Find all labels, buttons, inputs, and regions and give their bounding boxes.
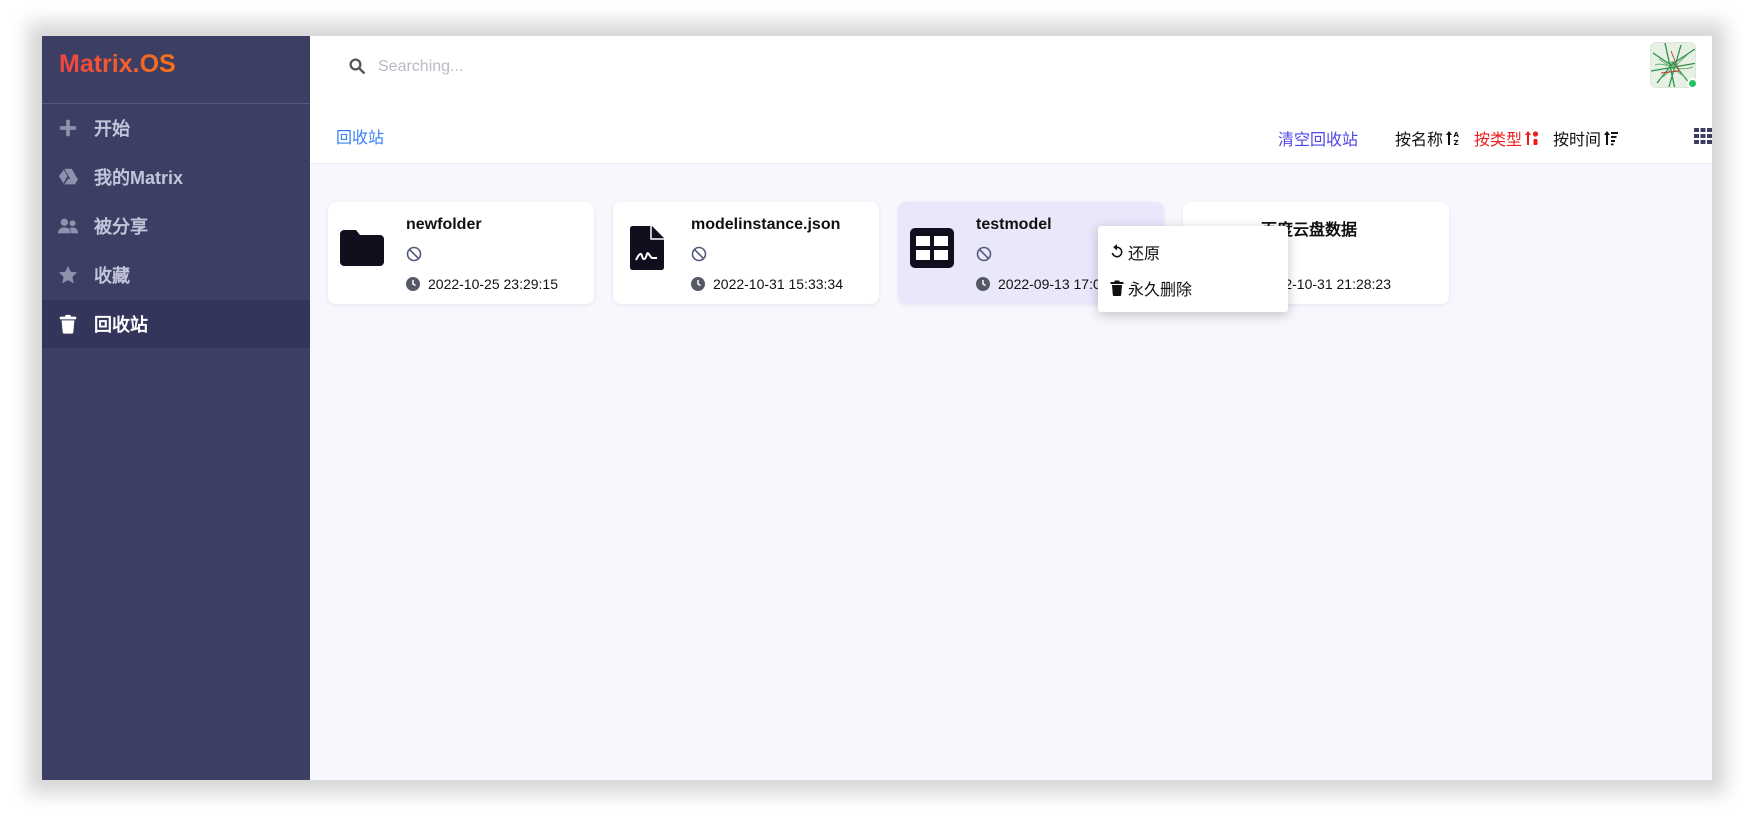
table-model-icon: [908, 224, 956, 272]
sort-by-name-button[interactable]: 按名称 AZ: [1395, 126, 1460, 150]
svg-text:Z: Z: [1454, 139, 1459, 146]
sidebar-item-label: 开始: [94, 119, 130, 139]
svg-text:A: A: [1454, 131, 1460, 139]
time-text: 2022-10-31 15:33:34: [713, 276, 843, 292]
drive-icon: [56, 165, 80, 189]
sidebar-item-label: 被分享: [94, 217, 148, 237]
sidebar-item-my-matrix[interactable]: 我的Matrix: [42, 153, 310, 201]
sort-by-time-button[interactable]: 按时间: [1553, 126, 1619, 150]
undo-icon: [1111, 244, 1123, 258]
star-icon: [56, 263, 80, 287]
breadcrumb[interactable]: 回收站: [336, 124, 384, 148]
top-bar: [310, 36, 1712, 104]
restore-menu-item[interactable]: 还原: [1098, 234, 1288, 270]
folder-icon: [338, 224, 386, 272]
app-logo[interactable]: Matrix.OS: [42, 36, 310, 104]
menu-item-label: 永久删除: [1128, 282, 1193, 299]
search-icon: [349, 58, 365, 74]
clock-icon: [691, 277, 705, 291]
app-window: Matrix.OS 开始 我的Matrix 被分享 收藏 回收站 Searchi…: [42, 36, 1712, 780]
file-deleted-time: 2022-10-25 23:29:15: [406, 276, 558, 292]
delete-forever-menu-item[interactable]: 永久删除: [1098, 270, 1288, 306]
brand-text: Matrix.OS: [59, 50, 176, 78]
no-share-icon: [691, 246, 707, 262]
sidebar-item-label: 我的Matrix: [94, 168, 184, 188]
trash-icon: [56, 312, 80, 336]
file-card-newfolder[interactable]: newfolder 2022-10-25 23:29:15: [328, 202, 594, 304]
grid-view-icon[interactable]: [1694, 128, 1712, 144]
file-card-modelinstance[interactable]: modelinstance.json 2022-10-31 15:33:34: [613, 202, 879, 304]
time-text: 2022-09-13 17:0: [998, 276, 1101, 292]
sidebar-item-favorites[interactable]: 收藏: [42, 251, 310, 299]
menu-item-label: 还原: [1128, 246, 1161, 263]
sort-label: 按时间: [1553, 132, 1602, 149]
sort-by-type-button[interactable]: 按类型: [1474, 126, 1539, 150]
trash-icon: [1110, 280, 1124, 296]
sidebar-item-start[interactable]: 开始: [42, 104, 310, 152]
file-deleted-time: 2022-10-31 15:33:34: [691, 276, 843, 292]
sort-type-icon: [1525, 131, 1539, 145]
sidebar-item-trash[interactable]: 回收站: [42, 300, 310, 348]
time-text: 2022-10-25 23:29:15: [428, 276, 558, 292]
sidebar-item-label: 回收站: [94, 315, 148, 335]
clock-icon: [406, 277, 420, 291]
sort-label: 按类型: [1474, 132, 1523, 149]
empty-trash-button[interactable]: 清空回收站: [1278, 126, 1358, 150]
file-name: modelinstance.json: [691, 216, 841, 233]
online-status-dot: [1687, 78, 1698, 89]
sidebar-item-shared[interactable]: 被分享: [42, 202, 310, 250]
sidebar: Matrix.OS 开始 我的Matrix 被分享 收藏 回收站: [42, 36, 310, 780]
toolbar: 回收站 清空回收站 按名称 AZ 按类型 按时间: [310, 104, 1712, 164]
clock-icon: [976, 277, 990, 291]
context-menu: 还原 永久删除: [1098, 226, 1288, 312]
file-name: testmodel: [976, 216, 1052, 233]
file-deleted-time: 2022-09-13 17:0: [976, 276, 1101, 292]
json-file-icon: [623, 224, 671, 272]
sidebar-item-label: 收藏: [94, 266, 130, 286]
users-icon: [56, 214, 80, 238]
sort-label: 按名称: [1395, 132, 1444, 149]
no-share-icon: [976, 246, 992, 262]
plus-icon: [56, 116, 80, 140]
search-input[interactable]: [378, 52, 1278, 82]
file-name: newfolder: [406, 216, 482, 233]
sort-time-icon: [1604, 131, 1619, 146]
sort-alpha-icon: AZ: [1446, 131, 1460, 146]
sidebar-nav: 开始 我的Matrix 被分享 收藏 回收站: [42, 104, 310, 348]
no-share-icon: [406, 246, 422, 262]
